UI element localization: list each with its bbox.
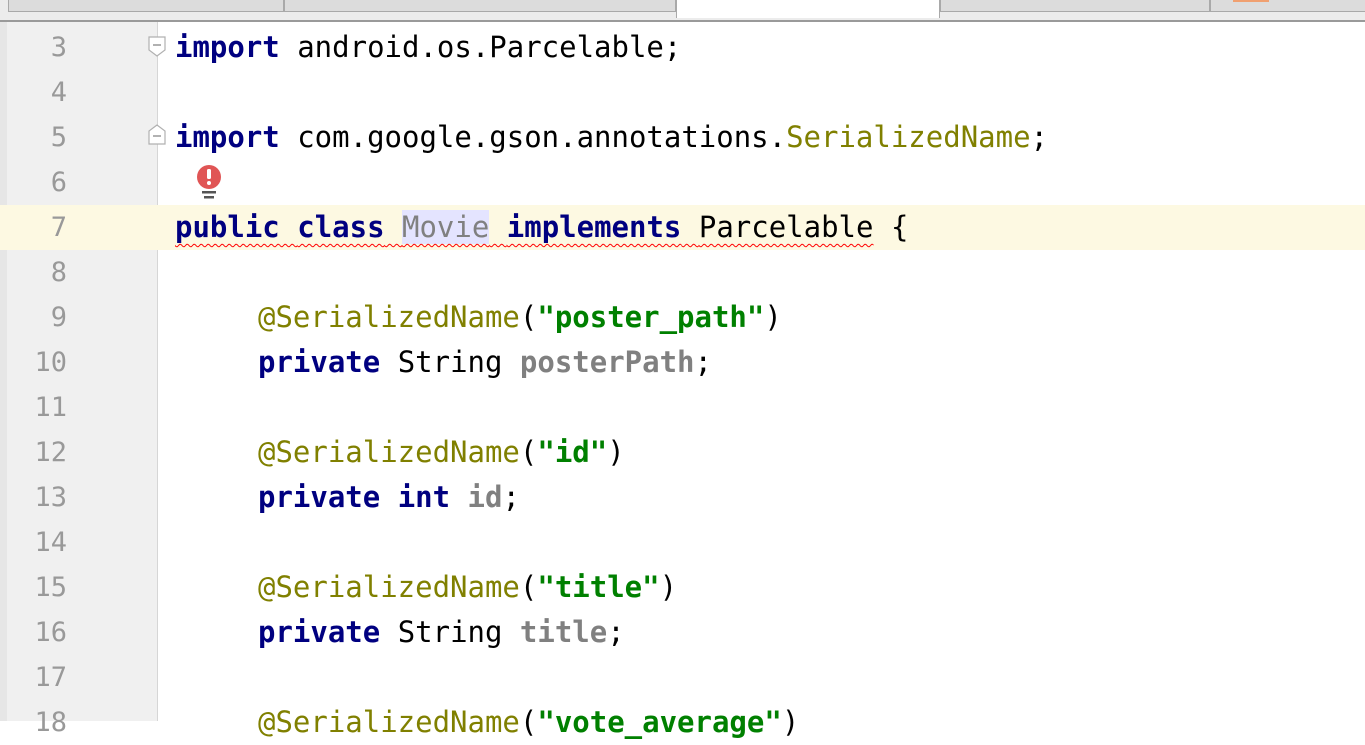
keyword: private	[258, 615, 381, 649]
type-name: String	[397, 615, 503, 649]
error-range: public class Movie implements Parcelable	[175, 210, 873, 244]
code-line[interactable]: 4	[0, 70, 1365, 115]
keyword: int	[397, 480, 451, 514]
keyword: implements	[506, 210, 682, 244]
fold-marker-icon[interactable]	[147, 123, 167, 145]
punctuation: ;	[694, 345, 712, 379]
line-number: 5	[50, 122, 67, 153]
class-name: SerializedName	[786, 120, 1031, 154]
code-line[interactable]: 13 private int id;	[0, 475, 1365, 520]
code-text[interactable]: private int id;	[258, 475, 520, 520]
error-bulb-icon[interactable]	[195, 163, 223, 201]
code-line[interactable]: 14	[0, 520, 1365, 565]
line-number: 13	[34, 482, 67, 513]
code-line[interactable]: 18 @SerializedName("vote_average")	[0, 700, 1365, 745]
string-literal: "vote_average"	[537, 705, 782, 739]
keyword: import	[175, 30, 280, 64]
line-number: 17	[34, 662, 67, 693]
field-name: title	[519, 615, 608, 649]
code-line[interactable]: 12 @SerializedName("id")	[0, 430, 1365, 475]
keyword: import	[175, 120, 280, 154]
interface-name: Parcelable	[698, 210, 874, 244]
line-number: 7	[7, 205, 67, 250]
code-line[interactable]: 17	[0, 655, 1365, 700]
punctuation: )	[659, 570, 678, 604]
line-number: 3	[50, 32, 67, 63]
code-editor[interactable]: 3 import android.os.Parcelable; 4 5 impo…	[0, 22, 1365, 739]
line-number: 10	[34, 347, 67, 378]
package-name: com.google.gson.annotations.	[279, 120, 787, 154]
code-text[interactable]: import android.os.Parcelable;	[175, 25, 681, 70]
code-line-current[interactable]: 7 public class Movie implements Parcelab…	[0, 205, 1365, 250]
line-number: 14	[34, 527, 67, 558]
annotation: @SerializedName	[258, 705, 520, 739]
code-line[interactable]: 9 @SerializedName("poster_path")	[0, 295, 1365, 340]
code-text[interactable]: private String title;	[258, 610, 625, 655]
type-name: String	[397, 345, 503, 379]
keyword: class	[297, 210, 385, 244]
field-name: posterPath	[519, 345, 695, 379]
punctuation: ;	[1030, 120, 1048, 154]
keyword: public	[175, 210, 280, 244]
editor-tab[interactable]	[284, 0, 676, 12]
punctuation: ;	[607, 615, 625, 649]
keyword: private	[258, 480, 381, 514]
code-line[interactable]: 3 import android.os.Parcelable;	[0, 25, 1365, 70]
code-text[interactable]: @SerializedName("id")	[258, 430, 625, 475]
line-number: 12	[34, 437, 67, 468]
punctuation: ;	[502, 480, 520, 514]
package-name: android.os.Parcelable;	[279, 30, 682, 64]
keyword: private	[258, 345, 381, 379]
punctuation: )	[781, 705, 800, 739]
code-line[interactable]: 5 import com.google.gson.annotations.Ser…	[0, 115, 1365, 160]
editor-tab[interactable]	[8, 0, 284, 12]
string-literal: "poster_path"	[537, 300, 765, 334]
line-number: 8	[50, 257, 67, 288]
code-text[interactable]: @SerializedName("poster_path")	[258, 295, 782, 340]
line-number: 4	[50, 77, 67, 108]
code-text[interactable]: private String posterPath;	[258, 340, 712, 385]
annotation: @SerializedName	[258, 435, 520, 469]
line-number: 9	[50, 302, 67, 333]
code-text[interactable]: import com.google.gson.annotations.Seria…	[175, 115, 1048, 160]
punctuation: (	[519, 705, 538, 739]
code-text[interactable]: @SerializedName("title")	[258, 565, 677, 610]
editor-tab[interactable]	[940, 0, 1210, 12]
punctuation: (	[519, 435, 538, 469]
code-line[interactable]: 10 private String posterPath;	[0, 340, 1365, 385]
code-text[interactable]: public class Movie implements Parcelable…	[175, 205, 908, 250]
annotation: @SerializedName	[258, 300, 520, 334]
string-literal: "title"	[537, 570, 660, 604]
code-line[interactable]: 16 private String title;	[0, 610, 1365, 655]
editor-tab-bar	[0, 0, 1365, 22]
line-number: 11	[34, 392, 67, 423]
punctuation: )	[607, 435, 625, 469]
code-line[interactable]: 15 @SerializedName("title")	[0, 565, 1365, 610]
punctuation: (	[519, 300, 538, 334]
code-line[interactable]: 8	[0, 250, 1365, 295]
field-name: id	[467, 480, 503, 514]
code-text[interactable]: @SerializedName("vote_average")	[258, 700, 799, 745]
class-name-highlight[interactable]: Movie	[402, 210, 490, 244]
line-number: 6	[50, 167, 67, 198]
fold-marker-icon[interactable]	[147, 36, 167, 58]
line-number: 18	[34, 707, 67, 738]
line-number: 16	[34, 617, 67, 648]
punctuation: (	[519, 570, 538, 604]
line-number: 15	[34, 572, 67, 603]
punctuation: {	[873, 210, 909, 244]
string-literal: "id"	[537, 435, 608, 469]
file-type-icon	[1233, 0, 1269, 2]
editor-tab[interactable]	[1210, 0, 1365, 12]
editor-tab-active[interactable]	[676, 0, 940, 18]
annotation: @SerializedName	[258, 570, 520, 604]
punctuation: )	[764, 300, 782, 334]
code-line[interactable]: 11	[0, 385, 1365, 430]
